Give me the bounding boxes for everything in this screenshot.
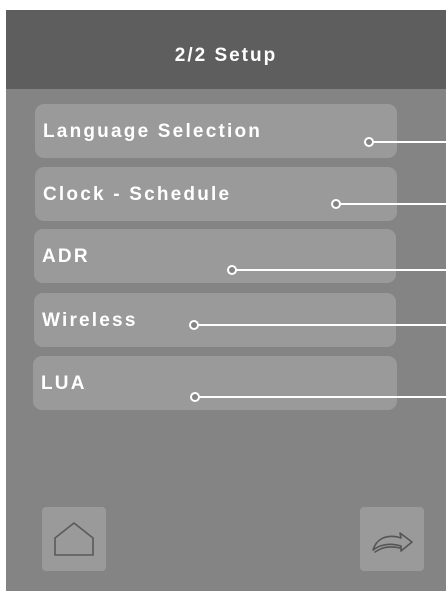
callout-line: [338, 203, 446, 205]
menu-item-language-selection[interactable]: Language Selection: [35, 104, 397, 158]
device-screen: 2/2 Setup Language Selection Clock - Sch…: [6, 10, 446, 591]
callout-dot: [227, 265, 237, 275]
menu-item-label: LUA: [41, 373, 87, 394]
callout-dot: [189, 320, 199, 330]
menu-item-adr[interactable]: ADR: [34, 229, 396, 283]
home-button[interactable]: [42, 507, 106, 571]
forward-button[interactable]: [360, 507, 424, 571]
menu-item-wireless[interactable]: Wireless: [34, 293, 396, 347]
menu-item-lua[interactable]: LUA: [33, 356, 397, 410]
header-bar: 2/2 Setup: [6, 10, 446, 89]
callout-line: [371, 141, 446, 143]
menu-item-label: Language Selection: [43, 121, 263, 142]
menu-item-label: Clock - Schedule: [43, 184, 232, 205]
page-title: 2/2 Setup: [174, 45, 278, 66]
callout-line: [234, 269, 446, 271]
menu-item-label: Wireless: [42, 310, 138, 331]
forward-arrow-icon: [372, 532, 413, 553]
callout-dot: [331, 199, 341, 209]
menu-item-label: ADR: [42, 246, 90, 267]
menu-item-clock-schedule[interactable]: Clock - Schedule: [35, 167, 397, 221]
home-icon: [54, 521, 94, 556]
callout-line: [197, 396, 446, 398]
callout-dot: [364, 137, 374, 147]
callout-dot: [190, 392, 200, 402]
callout-line: [196, 324, 446, 326]
